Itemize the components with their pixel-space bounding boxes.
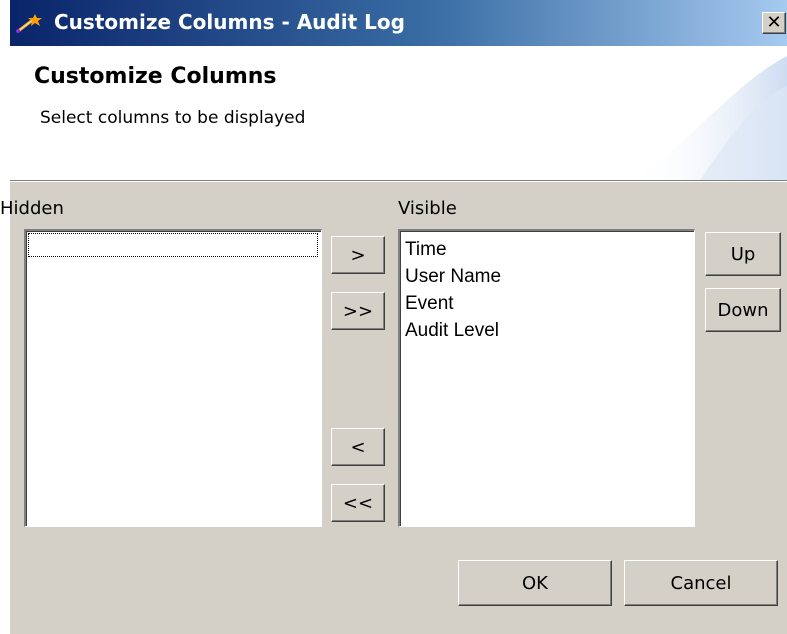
hidden-list-label: Hidden [0,198,64,219]
list-item[interactable]: Audit Level [405,317,501,344]
list-item[interactable]: User Name [405,263,501,290]
wand-icon [16,14,42,34]
banner-subtitle: Select columns to be displayed [40,108,306,128]
close-button[interactable]: ✕ [762,12,786,34]
list-item[interactable]: Event [405,290,501,317]
focus-rectangle [28,233,318,257]
move-down-button[interactable]: Down [705,288,781,332]
cancel-button[interactable]: Cancel [624,560,778,606]
visible-items: Time User Name Event Audit Level [405,236,501,344]
add-all-button[interactable]: >> [331,292,385,330]
header-banner: Customize Columns Select columns to be d… [10,46,787,180]
add-button[interactable]: > [331,236,385,274]
banner-separator [10,180,787,182]
visible-list-label: Visible [398,198,457,219]
visible-columns-list[interactable]: Time User Name Event Audit Level [398,229,695,527]
close-icon: ✕ [766,12,782,33]
hidden-columns-list[interactable] [24,229,322,527]
window-title: Customize Columns - Audit Log [54,10,405,34]
banner-title: Customize Columns [34,64,277,89]
remove-all-button[interactable]: << [331,484,385,522]
remove-button[interactable]: < [331,428,385,466]
ok-button[interactable]: OK [458,560,612,606]
move-up-button[interactable]: Up [705,232,781,276]
title-bar[interactable]: Customize Columns - Audit Log ✕ [10,0,787,46]
list-item[interactable]: Time [405,236,501,263]
left-edge [0,0,10,634]
